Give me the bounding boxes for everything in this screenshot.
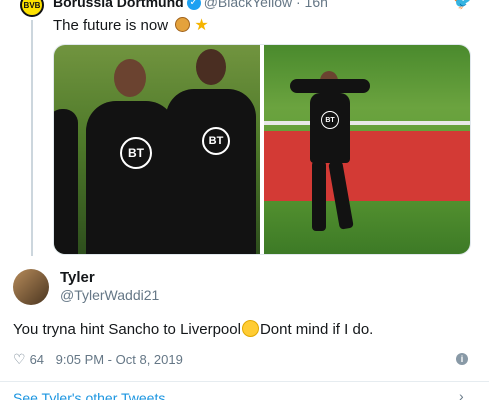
reply-meta-row: ♡ 64 9:05 PM - Oct 8, 2019 — [13, 351, 183, 368]
photo-training-stretch[interactable]: BT — [264, 45, 470, 254]
player-head — [196, 49, 226, 85]
parent-tweet-body: The future is now — [53, 17, 169, 34]
player-silhouette — [86, 101, 176, 254]
bt-logo-text: BT — [325, 116, 335, 124]
star-emoji-icon: ★ — [194, 17, 209, 34]
reply-text-part-1: You tryna hint Sancho to Liverpool — [13, 321, 241, 338]
player-silhouette — [166, 89, 256, 254]
parent-tweet-text: The future is now ★ — [53, 15, 209, 35]
tweet-media-grid[interactable]: BT BT BT — [53, 44, 471, 255]
bvb-logo-avatar[interactable]: BVB — [20, 0, 44, 17]
bt-sponsor-logo: BT — [321, 111, 339, 129]
photo-training-duo[interactable]: BT BT — [54, 45, 260, 254]
see-other-tweets-link[interactable]: See Tyler's other Tweets — [13, 390, 165, 400]
player-head — [114, 59, 146, 97]
reply-text-part-2: Dont mind if I do. — [259, 321, 374, 338]
pitch-advertising-wall — [264, 131, 470, 201]
parent-time[interactable]: 16h — [305, 0, 328, 10]
parent-tweet-header: Borussia Dortmund ✓ @BlackYellow · 16h — [53, 0, 328, 11]
reply-avatar[interactable] — [13, 269, 49, 305]
verified-badge-icon: ✓ — [186, 0, 201, 11]
parent-time-separator: · — [295, 0, 301, 10]
bt-logo-text: BT — [208, 135, 224, 147]
thread-line — [31, 20, 33, 256]
smirk-emoji-icon — [241, 320, 259, 337]
parent-handle[interactable]: @BlackYellow — [204, 0, 292, 10]
avatar-text: BVB — [23, 0, 41, 10]
parent-author-name[interactable]: Borussia Dortmund — [53, 0, 184, 10]
bt-sponsor-logo: BT — [120, 137, 152, 169]
see-other-tweets-text[interactable]: See Tyler's other Tweets — [13, 390, 165, 400]
lion-emoji-icon — [175, 17, 191, 32]
bt-logo-text: BT — [128, 146, 144, 160]
info-icon[interactable]: i — [456, 353, 468, 365]
chevron-right-icon[interactable]: › — [459, 388, 464, 400]
reply-author-name[interactable]: Tyler — [60, 269, 95, 286]
like-count[interactable]: 64 — [30, 352, 44, 367]
player-silhouette — [54, 109, 78, 254]
reply-tweet-text: You tryna hint Sancho to Liverpool Dont m… — [13, 320, 373, 338]
player-leg — [312, 161, 326, 231]
reply-handle[interactable]: @TylerWaddi21 — [60, 287, 159, 303]
twitter-bird-icon[interactable]: 🐦 — [454, 0, 471, 11]
divider-line — [0, 381, 489, 382]
reply-timestamp[interactable]: 9:05 PM - Oct 8, 2019 — [56, 352, 183, 367]
pitch-railing — [264, 121, 470, 125]
heart-icon[interactable]: ♡ — [13, 351, 26, 367]
bt-sponsor-logo: BT — [202, 127, 230, 155]
player-arms — [290, 79, 370, 93]
